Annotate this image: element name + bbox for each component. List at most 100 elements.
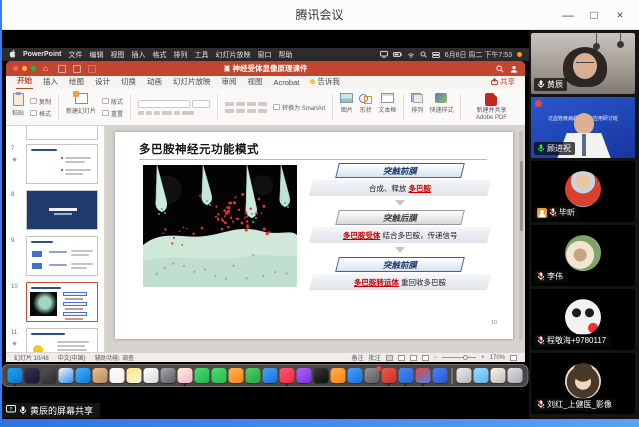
participant-tile-bixin[interactable]: 毕昕 xyxy=(531,161,635,222)
list-buttons[interactable] xyxy=(225,102,267,106)
zoom-out-button[interactable]: − xyxy=(434,355,438,361)
menu-insert[interactable]: 插入 xyxy=(132,50,146,60)
slide-thumb-10-selected[interactable] xyxy=(26,282,98,322)
participant-tile-liwei[interactable]: 李伟 xyxy=(531,225,635,286)
menubar-clock[interactable]: 6月8日 周二 下午7:53 xyxy=(445,50,512,60)
comments-button[interactable]: 批注 xyxy=(369,353,381,362)
shape-button[interactable]: 形状 xyxy=(359,91,372,123)
zoom-level[interactable]: 170% xyxy=(490,355,505,361)
language-indicator[interactable]: 中文(中国) xyxy=(58,353,86,362)
slideshow-view-icon[interactable] xyxy=(422,355,429,361)
participant-tile-gujinzhu[interactable]: 泛血管疾病超声临床应用研讨班 顾进祝 xyxy=(531,97,635,158)
menu-arrange[interactable]: 排列 xyxy=(174,50,188,60)
font-style-buttons[interactable] xyxy=(138,111,194,115)
tab-transitions[interactable]: 切换 xyxy=(120,75,137,89)
font-size-combobox[interactable] xyxy=(192,100,210,108)
maximize-button[interactable]: □ xyxy=(581,8,607,22)
tab-review[interactable]: 审阅 xyxy=(221,75,238,89)
traffic-zoom-icon[interactable] xyxy=(31,66,36,71)
slide-thumb-6[interactable] xyxy=(26,126,98,140)
paste-button[interactable]: 粘贴 xyxy=(12,91,24,123)
dock-icon-reminders[interactable] xyxy=(143,368,158,383)
control-center-icon[interactable] xyxy=(432,52,440,58)
menu-edit[interactable]: 编辑 xyxy=(90,50,104,60)
redo-icon[interactable] xyxy=(88,65,96,73)
dock-icon-messages[interactable] xyxy=(194,368,209,383)
dock-icon-wecom[interactable] xyxy=(398,368,413,383)
normal-view-icon[interactable] xyxy=(386,355,393,361)
dock-icon-document-stack[interactable] xyxy=(456,368,471,383)
dock-icon-pages[interactable] xyxy=(228,368,243,383)
menu-tools[interactable]: 工具 xyxy=(195,50,209,60)
dock-icon-safari[interactable] xyxy=(58,368,73,383)
dock-icon-photos[interactable] xyxy=(177,368,192,383)
fit-to-window-icon[interactable] xyxy=(510,355,517,361)
tab-home[interactable]: 开始 xyxy=(16,74,33,89)
smartart-button[interactable]: 转换为 SmartArt xyxy=(273,103,325,112)
copy-button[interactable]: 复制 xyxy=(30,97,51,106)
dock-icon-numbers[interactable] xyxy=(245,368,260,383)
close-button[interactable]: × xyxy=(607,8,633,22)
dock-icon-wallet[interactable] xyxy=(432,368,447,383)
reset-button[interactable]: 重置 xyxy=(102,109,123,118)
traffic-minimize-icon[interactable] xyxy=(22,66,27,71)
home-icon[interactable]: ⌂ xyxy=(43,65,51,73)
account-icon[interactable] xyxy=(510,60,518,78)
arrange-button[interactable]: 排列 xyxy=(411,91,423,123)
dock-icon-trash[interactable] xyxy=(507,368,522,383)
dock-icon-podcasts[interactable] xyxy=(296,368,311,383)
wifi-icon[interactable] xyxy=(407,52,415,58)
font-name-combobox[interactable] xyxy=(138,100,190,108)
format-painter-button[interactable]: 格式 xyxy=(30,109,51,118)
dock-icon-meeting-app[interactable] xyxy=(381,368,396,383)
slide-sorter-view-icon[interactable] xyxy=(398,355,405,361)
tab-draw[interactable]: 绘图 xyxy=(68,75,85,89)
spotlight-search-icon[interactable] xyxy=(420,51,427,58)
textbox-button[interactable]: 文本框 xyxy=(378,91,396,123)
reading-view-icon[interactable] xyxy=(410,355,417,361)
tab-slideshow[interactable]: 幻灯片放映 xyxy=(172,75,212,89)
tab-view[interactable]: 视图 xyxy=(247,75,264,89)
menu-view[interactable]: 视图 xyxy=(111,50,125,60)
menu-slideshow[interactable]: 幻灯片放映 xyxy=(216,50,251,60)
quick-styles-button[interactable]: 快速样式 xyxy=(429,91,453,123)
share-button[interactable]: 共享 xyxy=(491,76,515,87)
dock-icon-mail[interactable] xyxy=(75,368,90,383)
dock-icon-notes[interactable] xyxy=(126,368,141,383)
dock-icon-settings-update[interactable] xyxy=(364,368,379,383)
slide-thumb-8[interactable] xyxy=(26,190,98,230)
dock-icon-app-store[interactable] xyxy=(347,368,362,383)
save-icon[interactable] xyxy=(58,65,66,73)
dock-icon-contacts[interactable] xyxy=(92,368,107,383)
zoom-in-button[interactable]: + xyxy=(481,355,485,361)
participant-tile-huangchen[interactable]: 黄辰 xyxy=(531,33,635,94)
traffic-close-icon[interactable] xyxy=(13,66,18,71)
slide-scrollbar[interactable] xyxy=(519,131,523,340)
tab-design[interactable]: 设计 xyxy=(94,75,111,89)
new-slide-button[interactable]: 新建幻灯片 xyxy=(66,91,96,123)
apple-logo-icon[interactable] xyxy=(9,50,16,60)
dock-icon-music[interactable] xyxy=(279,368,294,383)
tab-tell-me[interactable]: 告诉我 xyxy=(309,75,341,89)
accessibility-status[interactable]: 辅助功能: 调查 xyxy=(95,353,134,362)
notes-button[interactable]: 备注 xyxy=(352,353,364,362)
adobe-pdf-button[interactable]: 新建并共享 Adobe PDF xyxy=(468,91,514,123)
slide-thumb-7[interactable] xyxy=(26,144,98,184)
dock-icon-screenshot-preview[interactable] xyxy=(490,368,505,383)
slide-thumb-11[interactable] xyxy=(26,328,98,352)
picture-button[interactable]: 图片 xyxy=(340,91,353,123)
participant-tile-chengjinghai[interactable]: 程敬海+9780117 xyxy=(531,289,635,350)
menubar-app-name[interactable]: PowerPoint xyxy=(23,51,62,58)
minimize-button[interactable]: — xyxy=(555,8,581,22)
dock-icon-launchpad[interactable] xyxy=(41,368,56,383)
participant-tile-liuhong[interactable]: 刘红_上健医_影像 xyxy=(531,353,635,414)
dock-icon-tv[interactable] xyxy=(313,368,328,383)
tab-animations[interactable]: 动画 xyxy=(146,75,163,89)
menu-help[interactable]: 帮助 xyxy=(279,50,293,60)
display-icon[interactable] xyxy=(380,51,388,58)
layout-button[interactable]: 版式 xyxy=(102,97,123,106)
menu-format[interactable]: 格式 xyxy=(153,50,167,60)
slide-thumb-9[interactable] xyxy=(26,236,98,276)
dock-icon-siri[interactable] xyxy=(24,368,39,383)
menu-file[interactable]: 文件 xyxy=(69,50,83,60)
